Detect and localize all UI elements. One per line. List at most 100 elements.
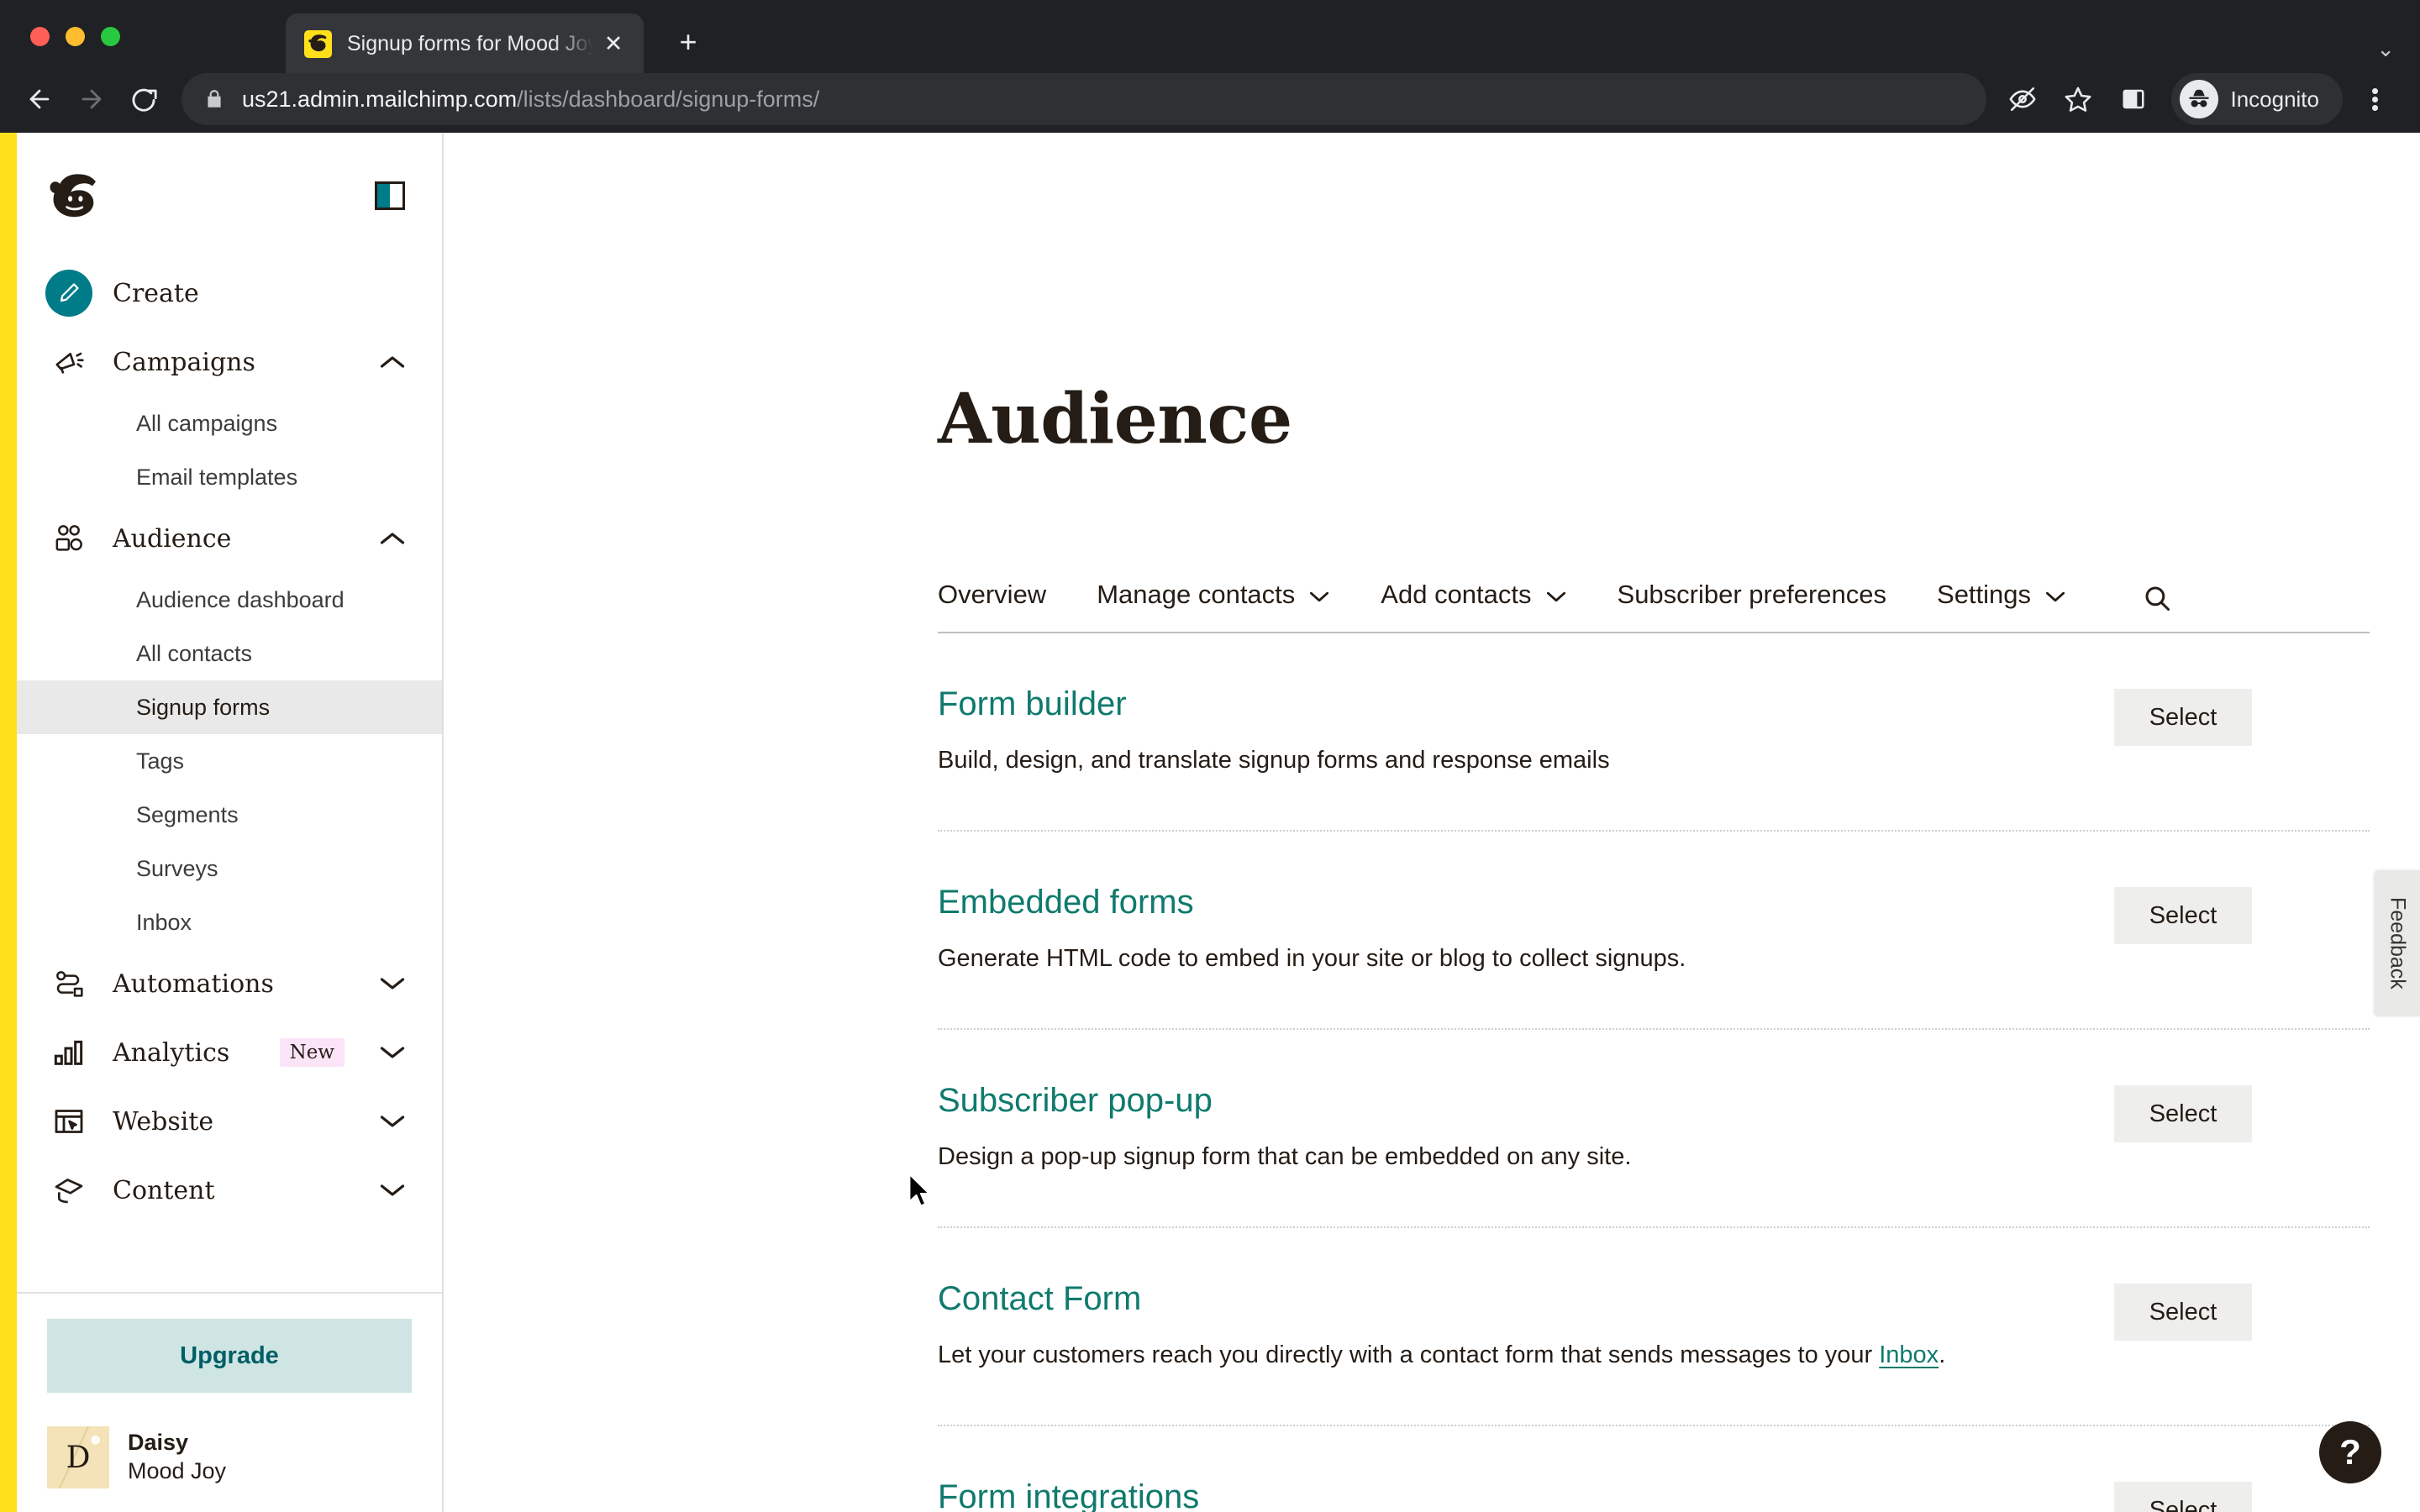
embedded-forms-description: Generate HTML code to embed in your site… <box>938 945 1686 973</box>
tab-subscriber-preferences[interactable]: Subscriber preferences <box>1618 580 1887 632</box>
browser-chrome: Signup forms for Mood Joy | M ✕ + ⌄ us21… <box>0 0 2420 133</box>
select-button-subscriber-popup[interactable]: Select <box>2114 1085 2252 1143</box>
three-dot-menu-icon[interactable] <box>2351 73 2398 125</box>
form-builder-link[interactable]: Form builder <box>938 685 2081 722</box>
select-button-form-builder[interactable]: Select <box>2114 689 2252 746</box>
incognito-icon <box>2180 80 2219 118</box>
list-item: Embedded forms Generate HTML code to emb… <box>938 832 2370 1031</box>
reload-button[interactable] <box>118 73 170 125</box>
audience-tab-bar: Overview Manage contacts Add contacts Su… <box>938 561 2370 633</box>
tab-add-contacts[interactable]: Add contacts <box>1381 580 1566 632</box>
mailchimp-favicon-icon <box>304 29 332 58</box>
collapse-sidebar-icon[interactable] <box>375 181 405 210</box>
close-tab-button[interactable]: ✕ <box>598 32 629 55</box>
sidebar-item-campaigns[interactable]: Campaigns <box>17 328 442 396</box>
address-bar[interactable]: us21.admin.mailchimp.com/lists/dashboard… <box>182 73 1987 125</box>
contact-form-description-before: Let your customers reach you directly wi… <box>938 1341 1880 1369</box>
sidebar-item-audience[interactable]: Audience <box>17 504 442 573</box>
search-icon[interactable] <box>2142 583 2172 632</box>
cookie-blocked-icon[interactable] <box>1996 73 2049 125</box>
list-item: Subscriber pop-up Design a pop-up signup… <box>938 1030 2370 1229</box>
embedded-forms-link[interactable]: Embedded forms <box>938 884 2081 921</box>
brand-accent-rail <box>0 133 17 1512</box>
status-badge-new: New <box>279 1038 345 1067</box>
sidebar-item-label-campaigns: Campaigns <box>113 347 255 377</box>
help-button[interactable]: ? <box>2319 1421 2381 1483</box>
window-traffic-lights[interactable] <box>30 27 120 46</box>
side-panel-icon[interactable] <box>2107 73 2160 125</box>
contact-form-link[interactable]: Contact Form <box>938 1280 2081 1317</box>
sidebar-item-surveys[interactable]: Surveys <box>17 842 442 895</box>
close-window-button[interactable] <box>30 27 50 46</box>
subscriber-popup-description: Design a pop-up signup form that can be … <box>938 1143 1632 1171</box>
sidebar-item-website[interactable]: Website <box>17 1087 442 1156</box>
tab-settings[interactable]: Settings <box>1937 580 2066 632</box>
inbox-link[interactable]: Inbox <box>1879 1341 1939 1368</box>
tab-search-chevron-icon[interactable]: ⌄ <box>2376 36 2395 62</box>
feedback-tab[interactable]: Feedback <box>2375 870 2420 1016</box>
bookmark-star-icon[interactable] <box>2052 73 2104 125</box>
sidebar-scroll-area: Create Campaigns All campaigns Email tem… <box>17 133 442 1292</box>
user-account-row[interactable]: D Daisy Mood Joy <box>47 1426 412 1488</box>
chevron-down-icon[interactable] <box>380 1183 405 1198</box>
chevron-down-icon[interactable] <box>380 1114 405 1129</box>
pencil-icon <box>45 270 92 317</box>
maximize-window-button[interactable] <box>101 27 120 46</box>
chevron-up-icon[interactable] <box>380 354 405 370</box>
select-button-form-integrations[interactable]: Select <box>2114 1482 2252 1512</box>
list-item: Form integrations Create signup forms us… <box>938 1426 2370 1512</box>
url-path: /lists/dashboard/signup-forms/ <box>517 86 820 112</box>
tab-overview[interactable]: Overview <box>938 580 1046 632</box>
sidebar-item-segments[interactable]: Segments <box>17 788 442 842</box>
sidebar-header <box>17 133 442 259</box>
tab-strip: Signup forms for Mood Joy | M ✕ + ⌄ <box>0 8 2420 74</box>
content-icon <box>45 1173 92 1207</box>
select-button-embedded-forms[interactable]: Select <box>2114 887 2252 945</box>
tab-settings-label: Settings <box>1937 580 2032 609</box>
list-item: Contact Form Let your customers reach yo… <box>938 1228 2370 1427</box>
mailchimp-logo-icon[interactable] <box>45 170 106 222</box>
sidebar-item-label-automations: Automations <box>113 969 274 999</box>
incognito-label: Incognito <box>2230 86 2319 112</box>
sidebar-item-audience-dashboard[interactable]: Audience dashboard <box>17 573 442 627</box>
sidebar-item-tags[interactable]: Tags <box>17 734 442 788</box>
website-icon <box>45 1105 92 1138</box>
browser-toolbar: us21.admin.mailchimp.com/lists/dashboard… <box>0 66 2420 133</box>
audience-icon <box>45 522 92 555</box>
subscriber-popup-link[interactable]: Subscriber pop-up <box>938 1082 2081 1119</box>
contact-form-description-after: . <box>1939 1341 1946 1369</box>
list-item-action: Select <box>2114 884 2252 945</box>
upgrade-button[interactable]: Upgrade <box>47 1319 412 1393</box>
sidebar-item-automations[interactable]: Automations <box>17 949 442 1018</box>
list-item-body: Embedded forms Generate HTML code to emb… <box>938 884 2114 976</box>
sidebar-item-signup-forms[interactable]: Signup forms <box>17 680 442 734</box>
form-builder-description: Build, design, and translate signup form… <box>938 747 1610 774</box>
sidebar-item-all-campaigns[interactable]: All campaigns <box>17 396 442 450</box>
chevron-down-icon[interactable] <box>380 1045 405 1060</box>
sidebar-item-inbox[interactable]: Inbox <box>17 895 442 949</box>
form-integrations-link[interactable]: Form integrations <box>938 1478 2081 1512</box>
sidebar-item-analytics[interactable]: Analytics New <box>17 1018 442 1087</box>
list-item-action: Select <box>2114 685 2252 746</box>
sidebar-item-all-contacts[interactable]: All contacts <box>17 627 442 680</box>
select-button-contact-form[interactable]: Select <box>2114 1284 2252 1341</box>
chevron-down-icon <box>1545 580 1567 610</box>
chevron-up-icon[interactable] <box>380 531 405 546</box>
new-tab-button[interactable]: + <box>669 27 708 57</box>
browser-window: Signup forms for Mood Joy | M ✕ + ⌄ us21… <box>0 0 2420 1512</box>
sidebar-item-content[interactable]: Content <box>17 1156 442 1225</box>
minimize-window-button[interactable] <box>66 27 85 46</box>
incognito-profile-button[interactable]: Incognito <box>2171 73 2343 125</box>
sidebar-item-label-create: Create <box>113 278 199 308</box>
chevron-down-icon[interactable] <box>380 976 405 991</box>
list-item-action: Select <box>2114 1280 2252 1341</box>
tab-manage-contacts[interactable]: Manage contacts <box>1097 580 1330 632</box>
forward-button[interactable] <box>66 73 118 125</box>
sidebar-item-label-audience: Audience <box>113 523 232 554</box>
url-host: us21.admin.mailchimp.com <box>242 86 518 112</box>
avatar-initial: D <box>66 1440 91 1475</box>
back-button[interactable] <box>13 73 66 125</box>
page-title: Audience <box>938 379 1292 459</box>
sidebar-item-email-templates[interactable]: Email templates <box>17 450 442 504</box>
sidebar-item-create[interactable]: Create <box>17 259 442 328</box>
